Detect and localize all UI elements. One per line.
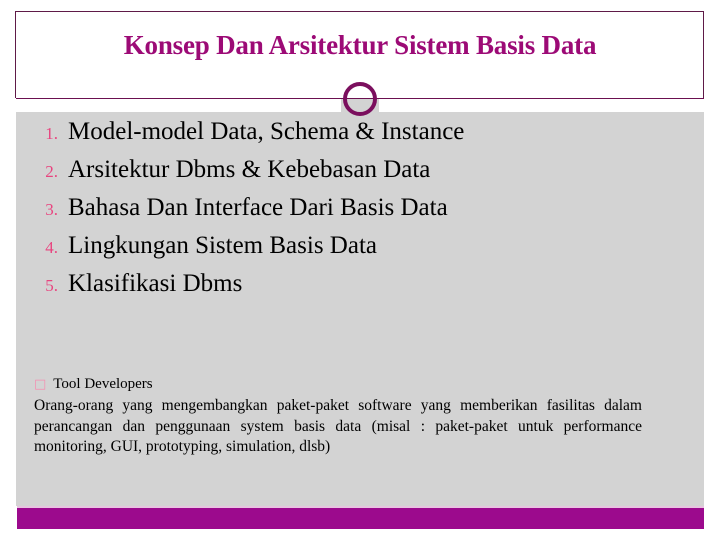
list-item-label: Bahasa Dan Interface Dari Basis Data — [68, 194, 448, 221]
list-item-label: Model-model Data, Schema & Instance — [68, 118, 465, 145]
slide-canvas: Konsep Dan Arsitektur Sistem Basis Data … — [0, 0, 720, 540]
list-item-number: 4. — [45, 238, 58, 257]
list-item[interactable]: 3. Bahasa Dan Interface Dari Basis Data — [16, 194, 704, 232]
list-item[interactable]: 2. Arsitektur Dbms & Kebebasan Data — [16, 156, 704, 194]
list-item-label: Lingkungan Sistem Basis Data — [68, 232, 377, 259]
tool-developers-block: □ Tool Developers Orang-orang yang menge… — [34, 375, 652, 458]
hollow-square-bullet-icon: □ — [34, 377, 47, 392]
list-item[interactable]: 5. Klasifikasi Dbms — [16, 270, 704, 308]
tool-developers-paragraph: Orang-orang yang mengembangkan paket-pak… — [34, 397, 642, 455]
list-item[interactable]: 1. Model-model Data, Schema & Instance — [16, 118, 704, 156]
topic-list: 1. Model-model Data, Schema & Instance 2… — [16, 118, 704, 308]
list-item-number: 2. — [45, 162, 58, 181]
tool-developers-label: Tool Developers — [53, 376, 153, 392]
list-item-number: 3. — [45, 200, 58, 219]
list-item-number: 1. — [45, 124, 58, 143]
list-item-label: Klasifikasi Dbms — [68, 270, 243, 297]
content-area: 1. Model-model Data, Schema & Instance 2… — [16, 112, 704, 506]
footer-bar — [17, 508, 704, 529]
page-title: Konsep Dan Arsitektur Sistem Basis Data — [123, 30, 597, 60]
list-item-label: Arsitektur Dbms & Kebebasan Data — [68, 156, 431, 183]
list-item[interactable]: 4. Lingkungan Sistem Basis Data — [16, 232, 704, 270]
list-item-number: 5. — [45, 276, 58, 295]
circle-ring-ornament-icon — [343, 82, 377, 116]
tool-developers-heading: □ Tool Developers — [34, 375, 652, 393]
